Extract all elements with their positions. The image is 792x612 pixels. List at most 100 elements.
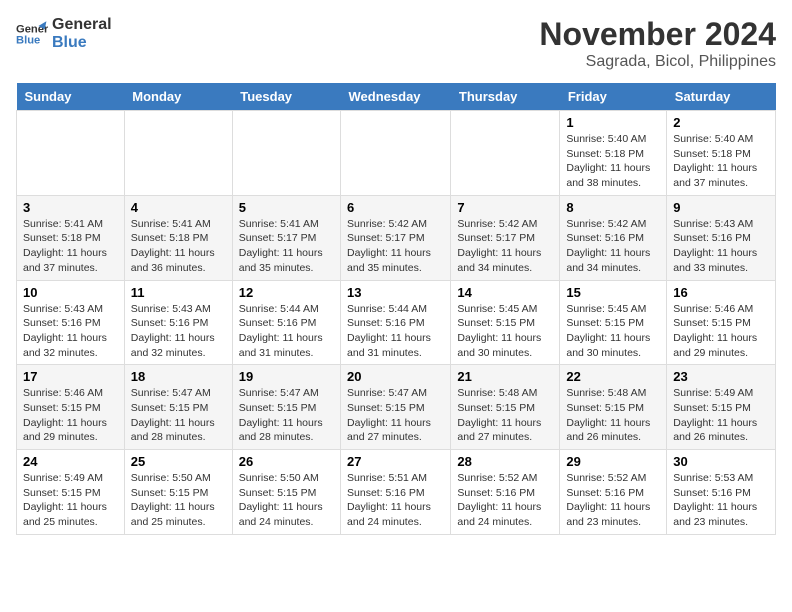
day-number: 1 xyxy=(566,115,660,130)
day-number: 14 xyxy=(457,285,553,300)
day-info: Sunrise: 5:53 AM Sunset: 5:16 PM Dayligh… xyxy=(673,471,769,530)
day-number: 24 xyxy=(23,454,118,469)
day-number: 17 xyxy=(23,369,118,384)
day-info: Sunrise: 5:50 AM Sunset: 5:15 PM Dayligh… xyxy=(131,471,226,530)
day-cell xyxy=(341,111,451,196)
week-row-5: 24 Sunrise: 5:49 AM Sunset: 5:15 PM Dayli… xyxy=(17,450,776,535)
day-cell: 30Sunrise: 5:53 AM Sunset: 5:16 PM Dayli… xyxy=(667,450,776,535)
day-cell: 20Sunrise: 5:47 AM Sunset: 5:15 PM Dayli… xyxy=(341,365,451,450)
day-info: Sunrise: 5:45 AM Sunset: 5:15 PM Dayligh… xyxy=(566,302,660,361)
week-row-3: 10Sunrise: 5:43 AM Sunset: 5:16 PM Dayli… xyxy=(17,280,776,365)
day-info: Sunrise: 5:51 AM Sunset: 5:16 PM Dayligh… xyxy=(347,471,444,530)
day-info: Sunrise: 5:42 AM Sunset: 5:16 PM Dayligh… xyxy=(566,217,660,276)
day-cell: 12 Sunrise: 5:44 AM Sunset: 5:16 PM Dayli… xyxy=(232,280,340,365)
day-info: Sunrise: 5:43 AM Sunset: 5:16 PM Dayligh… xyxy=(23,302,118,361)
day-info: Sunrise: 5:44 AM Sunset: 5:16 PM Dayligh… xyxy=(347,302,444,361)
day-info: Sunrise: 5:43 AM Sunset: 5:16 PM Dayligh… xyxy=(131,302,226,361)
day-number: 8 xyxy=(566,200,660,215)
day-header-tuesday: Tuesday xyxy=(232,83,340,111)
day-cell: 10Sunrise: 5:43 AM Sunset: 5:16 PM Dayli… xyxy=(17,280,125,365)
day-number: 22 xyxy=(566,369,660,384)
day-cell: 9Sunrise: 5:43 AM Sunset: 5:16 PM Daylig… xyxy=(667,195,776,280)
day-info: Sunrise: 5:44 AM Sunset: 5:16 PM Dayligh… xyxy=(239,302,334,361)
day-cell: 5Sunrise: 5:41 AM Sunset: 5:17 PM Daylig… xyxy=(232,195,340,280)
week-row-2: 3Sunrise: 5:41 AM Sunset: 5:18 PM Daylig… xyxy=(17,195,776,280)
logo-line2: Blue xyxy=(52,34,112,52)
day-cell: 21Sunrise: 5:48 AM Sunset: 5:15 PM Dayli… xyxy=(451,365,560,450)
day-info: Sunrise: 5:52 AM Sunset: 5:16 PM Dayligh… xyxy=(457,471,553,530)
day-info: Sunrise: 5:41 AM Sunset: 5:18 PM Dayligh… xyxy=(131,217,226,276)
day-info: Sunrise: 5:49 AM Sunset: 5:15 PM Dayligh… xyxy=(23,471,118,530)
day-cell: 22 Sunrise: 5:48 AM Sunset: 5:15 PM Dayli… xyxy=(560,365,667,450)
day-info: Sunrise: 5:46 AM Sunset: 5:15 PM Dayligh… xyxy=(673,302,769,361)
day-info: Sunrise: 5:46 AM Sunset: 5:15 PM Dayligh… xyxy=(23,386,118,445)
day-cell: 23 Sunrise: 5:49 AM Sunset: 5:15 PM Dayli… xyxy=(667,365,776,450)
day-cell xyxy=(124,111,232,196)
day-cell: 18 Sunrise: 5:47 AM Sunset: 5:15 PM Dayli… xyxy=(124,365,232,450)
header: General Blue General Blue November 2024 … xyxy=(16,16,776,71)
day-number: 11 xyxy=(131,285,226,300)
logo: General Blue General Blue xyxy=(16,16,112,51)
day-info: Sunrise: 5:48 AM Sunset: 5:15 PM Dayligh… xyxy=(566,386,660,445)
day-cell: 26 Sunrise: 5:50 AM Sunset: 5:15 PM Dayli… xyxy=(232,450,340,535)
day-cell: 19 Sunrise: 5:47 AM Sunset: 5:15 PM Dayli… xyxy=(232,365,340,450)
logo-icon: General Blue xyxy=(16,18,48,50)
day-info: Sunrise: 5:47 AM Sunset: 5:15 PM Dayligh… xyxy=(239,386,334,445)
day-header-monday: Monday xyxy=(124,83,232,111)
day-header-saturday: Saturday xyxy=(667,83,776,111)
day-cell: 4 Sunrise: 5:41 AM Sunset: 5:18 PM Daylig… xyxy=(124,195,232,280)
day-cell: 2 Sunrise: 5:40 AM Sunset: 5:18 PM Daylig… xyxy=(667,111,776,196)
day-info: Sunrise: 5:42 AM Sunset: 5:17 PM Dayligh… xyxy=(347,217,444,276)
svg-text:Blue: Blue xyxy=(16,34,40,46)
day-number: 12 xyxy=(239,285,334,300)
day-number: 2 xyxy=(673,115,769,130)
day-number: 6 xyxy=(347,200,444,215)
day-number: 23 xyxy=(673,369,769,384)
day-cell: 13 Sunrise: 5:44 AM Sunset: 5:16 PM Dayli… xyxy=(341,280,451,365)
day-cell: 24 Sunrise: 5:49 AM Sunset: 5:15 PM Dayli… xyxy=(17,450,125,535)
day-cell xyxy=(232,111,340,196)
day-info: Sunrise: 5:50 AM Sunset: 5:15 PM Dayligh… xyxy=(239,471,334,530)
day-number: 15 xyxy=(566,285,660,300)
day-info: Sunrise: 5:40 AM Sunset: 5:18 PM Dayligh… xyxy=(566,132,660,191)
day-cell: 3Sunrise: 5:41 AM Sunset: 5:18 PM Daylig… xyxy=(17,195,125,280)
day-cell: 28 Sunrise: 5:52 AM Sunset: 5:16 PM Dayli… xyxy=(451,450,560,535)
day-number: 18 xyxy=(131,369,226,384)
day-info: Sunrise: 5:42 AM Sunset: 5:17 PM Dayligh… xyxy=(457,217,553,276)
day-number: 28 xyxy=(457,454,553,469)
day-cell: 29Sunrise: 5:52 AM Sunset: 5:16 PM Dayli… xyxy=(560,450,667,535)
header-row: SundayMondayTuesdayWednesdayThursdayFrid… xyxy=(17,83,776,111)
month-title: November 2024 xyxy=(539,16,776,53)
day-info: Sunrise: 5:45 AM Sunset: 5:15 PM Dayligh… xyxy=(457,302,553,361)
day-header-friday: Friday xyxy=(560,83,667,111)
day-info: Sunrise: 5:40 AM Sunset: 5:18 PM Dayligh… xyxy=(673,132,769,191)
day-cell: 27Sunrise: 5:51 AM Sunset: 5:16 PM Dayli… xyxy=(341,450,451,535)
day-cell: 15 Sunrise: 5:45 AM Sunset: 5:15 PM Dayli… xyxy=(560,280,667,365)
day-cell: 7Sunrise: 5:42 AM Sunset: 5:17 PM Daylig… xyxy=(451,195,560,280)
day-number: 4 xyxy=(131,200,226,215)
logo-line1: General xyxy=(52,16,112,34)
week-row-1: 1 Sunrise: 5:40 AM Sunset: 5:18 PM Daylig… xyxy=(17,111,776,196)
day-number: 13 xyxy=(347,285,444,300)
title-area: November 2024 Sagrada, Bicol, Philippine… xyxy=(539,16,776,71)
day-number: 19 xyxy=(239,369,334,384)
day-info: Sunrise: 5:41 AM Sunset: 5:18 PM Dayligh… xyxy=(23,217,118,276)
day-number: 25 xyxy=(131,454,226,469)
day-cell: 17 Sunrise: 5:46 AM Sunset: 5:15 PM Dayli… xyxy=(17,365,125,450)
week-row-4: 17 Sunrise: 5:46 AM Sunset: 5:15 PM Dayli… xyxy=(17,365,776,450)
day-number: 21 xyxy=(457,369,553,384)
day-cell xyxy=(17,111,125,196)
day-number: 29 xyxy=(566,454,660,469)
day-cell: 6 Sunrise: 5:42 AM Sunset: 5:17 PM Daylig… xyxy=(341,195,451,280)
day-number: 26 xyxy=(239,454,334,469)
location-title: Sagrada, Bicol, Philippines xyxy=(539,53,776,71)
day-header-wednesday: Wednesday xyxy=(341,83,451,111)
day-cell: 14 Sunrise: 5:45 AM Sunset: 5:15 PM Dayli… xyxy=(451,280,560,365)
day-number: 5 xyxy=(239,200,334,215)
day-header-sunday: Sunday xyxy=(17,83,125,111)
day-cell: 16Sunrise: 5:46 AM Sunset: 5:15 PM Dayli… xyxy=(667,280,776,365)
day-header-thursday: Thursday xyxy=(451,83,560,111)
day-number: 9 xyxy=(673,200,769,215)
day-info: Sunrise: 5:47 AM Sunset: 5:15 PM Dayligh… xyxy=(131,386,226,445)
day-info: Sunrise: 5:49 AM Sunset: 5:15 PM Dayligh… xyxy=(673,386,769,445)
